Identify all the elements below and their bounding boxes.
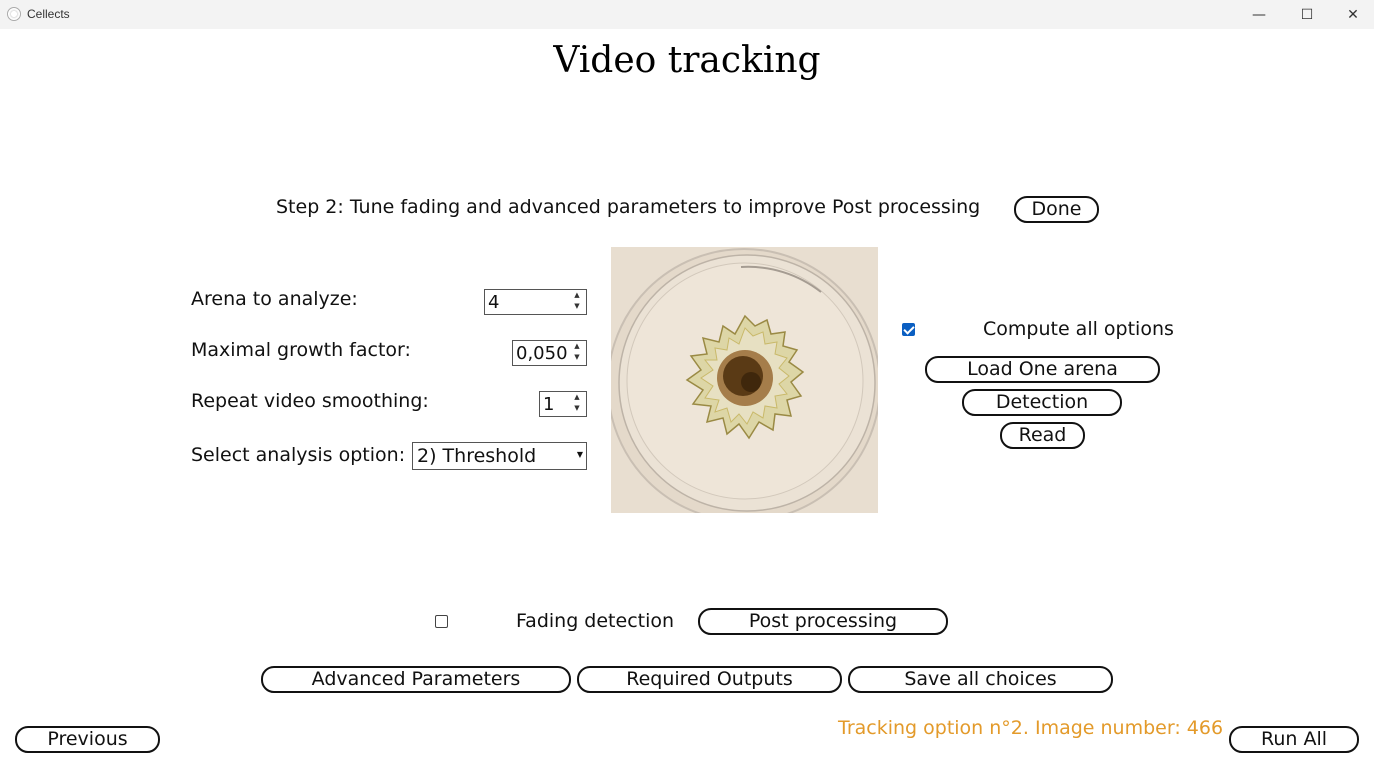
compute-all-label: Compute all options [983, 318, 1174, 340]
growth-factor-label: Maximal growth factor: [191, 339, 411, 361]
close-icon[interactable]: ✕ [1330, 0, 1374, 29]
chevron-down-icon: ▼ [576, 450, 583, 459]
done-button[interactable]: Done [1014, 196, 1099, 223]
spin-arrows-icon[interactable]: ▲ ▼ [568, 290, 586, 314]
page-title: Video tracking [553, 40, 821, 81]
analysis-option-select[interactable]: 2) Threshold ▼ [412, 442, 587, 470]
previous-button[interactable]: Previous [15, 726, 160, 753]
analysis-option-label: Select analysis option: [191, 444, 406, 466]
arena-preview-image [611, 247, 878, 513]
minimize-icon[interactable]: — [1236, 0, 1282, 29]
analysis-option-value: 2) Threshold [417, 445, 537, 467]
smoothing-value: 1 [543, 394, 555, 415]
save-all-choices-button[interactable]: Save all choices [848, 666, 1113, 693]
detection-button[interactable]: Detection [962, 389, 1122, 416]
petri-dish-illustration [611, 247, 878, 513]
window-title: Cellects [27, 7, 70, 21]
spin-arrows-icon[interactable]: ▲ ▼ [568, 341, 586, 365]
compute-all-checkbox[interactable] [902, 323, 915, 336]
spin-arrows-icon[interactable]: ▲ ▼ [568, 392, 586, 416]
run-all-button[interactable]: Run All [1229, 726, 1359, 753]
status-text: Tracking option n°2. Image number: 466 [838, 717, 1224, 739]
step-instruction: Step 2: Tune fading and advanced paramet… [276, 196, 981, 218]
smoothing-label: Repeat video smoothing: [191, 390, 429, 412]
fading-detection-checkbox[interactable] [435, 615, 448, 628]
advanced-parameters-button[interactable]: Advanced Parameters [261, 666, 571, 693]
app-logo-icon [7, 7, 21, 21]
required-outputs-button[interactable]: Required Outputs [577, 666, 842, 693]
window-titlebar: Cellects — ☐ ✕ [0, 0, 1374, 29]
post-processing-button[interactable]: Post processing [698, 608, 948, 635]
growth-factor-spinbox[interactable]: 0,050 ▲ ▼ [512, 340, 587, 366]
read-button[interactable]: Read [1000, 422, 1085, 449]
arena-spinbox[interactable]: 4 ▲ ▼ [484, 289, 587, 315]
load-one-arena-button[interactable]: Load One arena [925, 356, 1160, 383]
maximize-icon[interactable]: ☐ [1284, 0, 1330, 29]
growth-factor-value: 0,050 [516, 343, 568, 364]
arena-label: Arena to analyze: [191, 288, 358, 310]
fading-detection-label: Fading detection [516, 610, 675, 632]
smoothing-spinbox[interactable]: 1 ▲ ▼ [539, 391, 587, 417]
arena-value: 4 [488, 292, 500, 313]
